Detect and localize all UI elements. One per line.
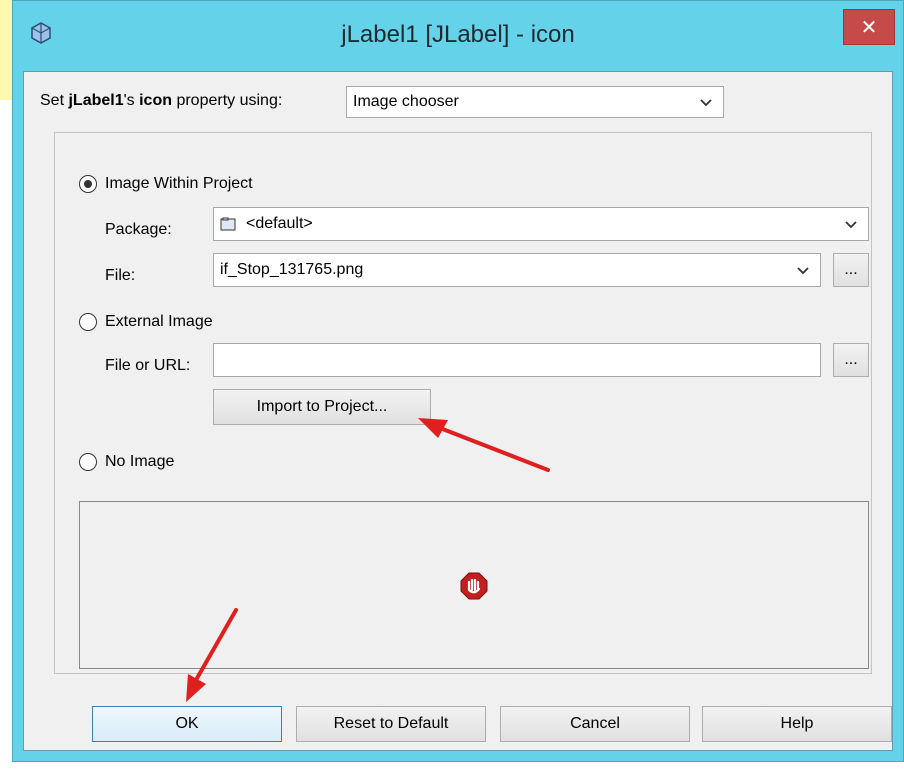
radio-selected-dot	[84, 180, 92, 188]
dialog-window: jLabel1 [JLabel] - icon ✕ Set jLabel1's …	[12, 0, 904, 762]
reset-to-default-button[interactable]: Reset to Default	[296, 706, 486, 742]
file-or-url-input[interactable]	[213, 343, 821, 377]
no-image-label: No Image	[105, 453, 175, 470]
radio-external-image[interactable]	[79, 313, 97, 331]
package-select[interactable]: <default>	[213, 207, 869, 241]
file-browse-button[interactable]: ...	[833, 253, 869, 287]
stop-hand-icon	[460, 572, 488, 600]
property-method-label: Set jLabel1's icon property using:	[40, 92, 283, 109]
external-image-label: External Image	[105, 313, 213, 330]
dialog-body: Set jLabel1's icon property using: Image…	[23, 71, 893, 751]
method-select[interactable]: Image chooser	[346, 86, 724, 118]
chevron-down-icon	[797, 267, 809, 275]
folder-icon	[220, 217, 236, 231]
url-browse-button[interactable]: ...	[833, 343, 869, 377]
file-or-url-label: File or URL:	[105, 357, 191, 374]
file-value: if_Stop_131765.png	[220, 261, 364, 278]
import-to-project-button[interactable]: Import to Project...	[213, 389, 431, 425]
radio-no-image[interactable]	[79, 453, 97, 471]
ok-button[interactable]: OK	[92, 706, 282, 742]
window-title: jLabel1 [JLabel] - icon	[341, 21, 575, 48]
chevron-down-icon	[845, 221, 857, 229]
image-options-panel: Image Within Project Package: <default> …	[54, 132, 872, 674]
close-icon: ✕	[860, 16, 878, 39]
chevron-down-icon	[700, 99, 712, 107]
file-select[interactable]: if_Stop_131765.png	[213, 253, 821, 287]
radio-image-within-project[interactable]	[79, 175, 97, 193]
close-button[interactable]: ✕	[843, 9, 895, 45]
image-within-project-label: Image Within Project	[105, 175, 253, 192]
title-bar: jLabel1 [JLabel] - icon ✕	[13, 1, 903, 73]
method-select-value: Image chooser	[353, 93, 459, 110]
help-button[interactable]: Help	[702, 706, 892, 742]
package-label: Package:	[105, 221, 172, 238]
image-preview-area	[79, 501, 869, 669]
package-value: <default>	[246, 215, 313, 232]
cancel-button[interactable]: Cancel	[500, 706, 690, 742]
file-label: File:	[105, 267, 136, 284]
